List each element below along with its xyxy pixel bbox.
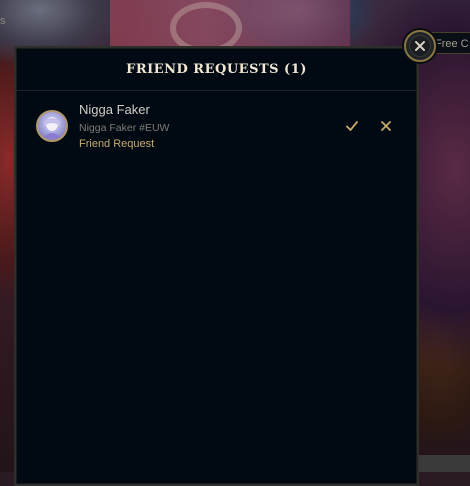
- request-status: Friend Request: [79, 138, 155, 150]
- background-text: s: [0, 15, 6, 27]
- friend-request-item: Nigga Faker Nigga Faker #EUW Friend Requ…: [36, 102, 396, 150]
- close-button-inner: [409, 35, 431, 57]
- background-strip: [419, 455, 470, 472]
- accept-request-button[interactable]: [344, 118, 360, 134]
- requester-riot-id: Nigga Faker #EUW: [79, 122, 170, 134]
- avatar: [36, 110, 68, 142]
- close-dialog-button[interactable]: [404, 30, 436, 62]
- checkmark-icon: [346, 121, 358, 131]
- x-icon: [381, 121, 391, 131]
- dialog-header: FRIEND REQUESTS (1): [16, 48, 417, 91]
- decline-request-button[interactable]: [378, 118, 394, 134]
- requester-name: Nigga Faker: [79, 102, 150, 117]
- close-icon: [415, 41, 425, 51]
- friend-requests-dialog: FRIEND REQUESTS (1) Nigga Faker Nigga Fa…: [14, 46, 419, 486]
- dialog-title: FRIEND REQUESTS (1): [126, 61, 307, 77]
